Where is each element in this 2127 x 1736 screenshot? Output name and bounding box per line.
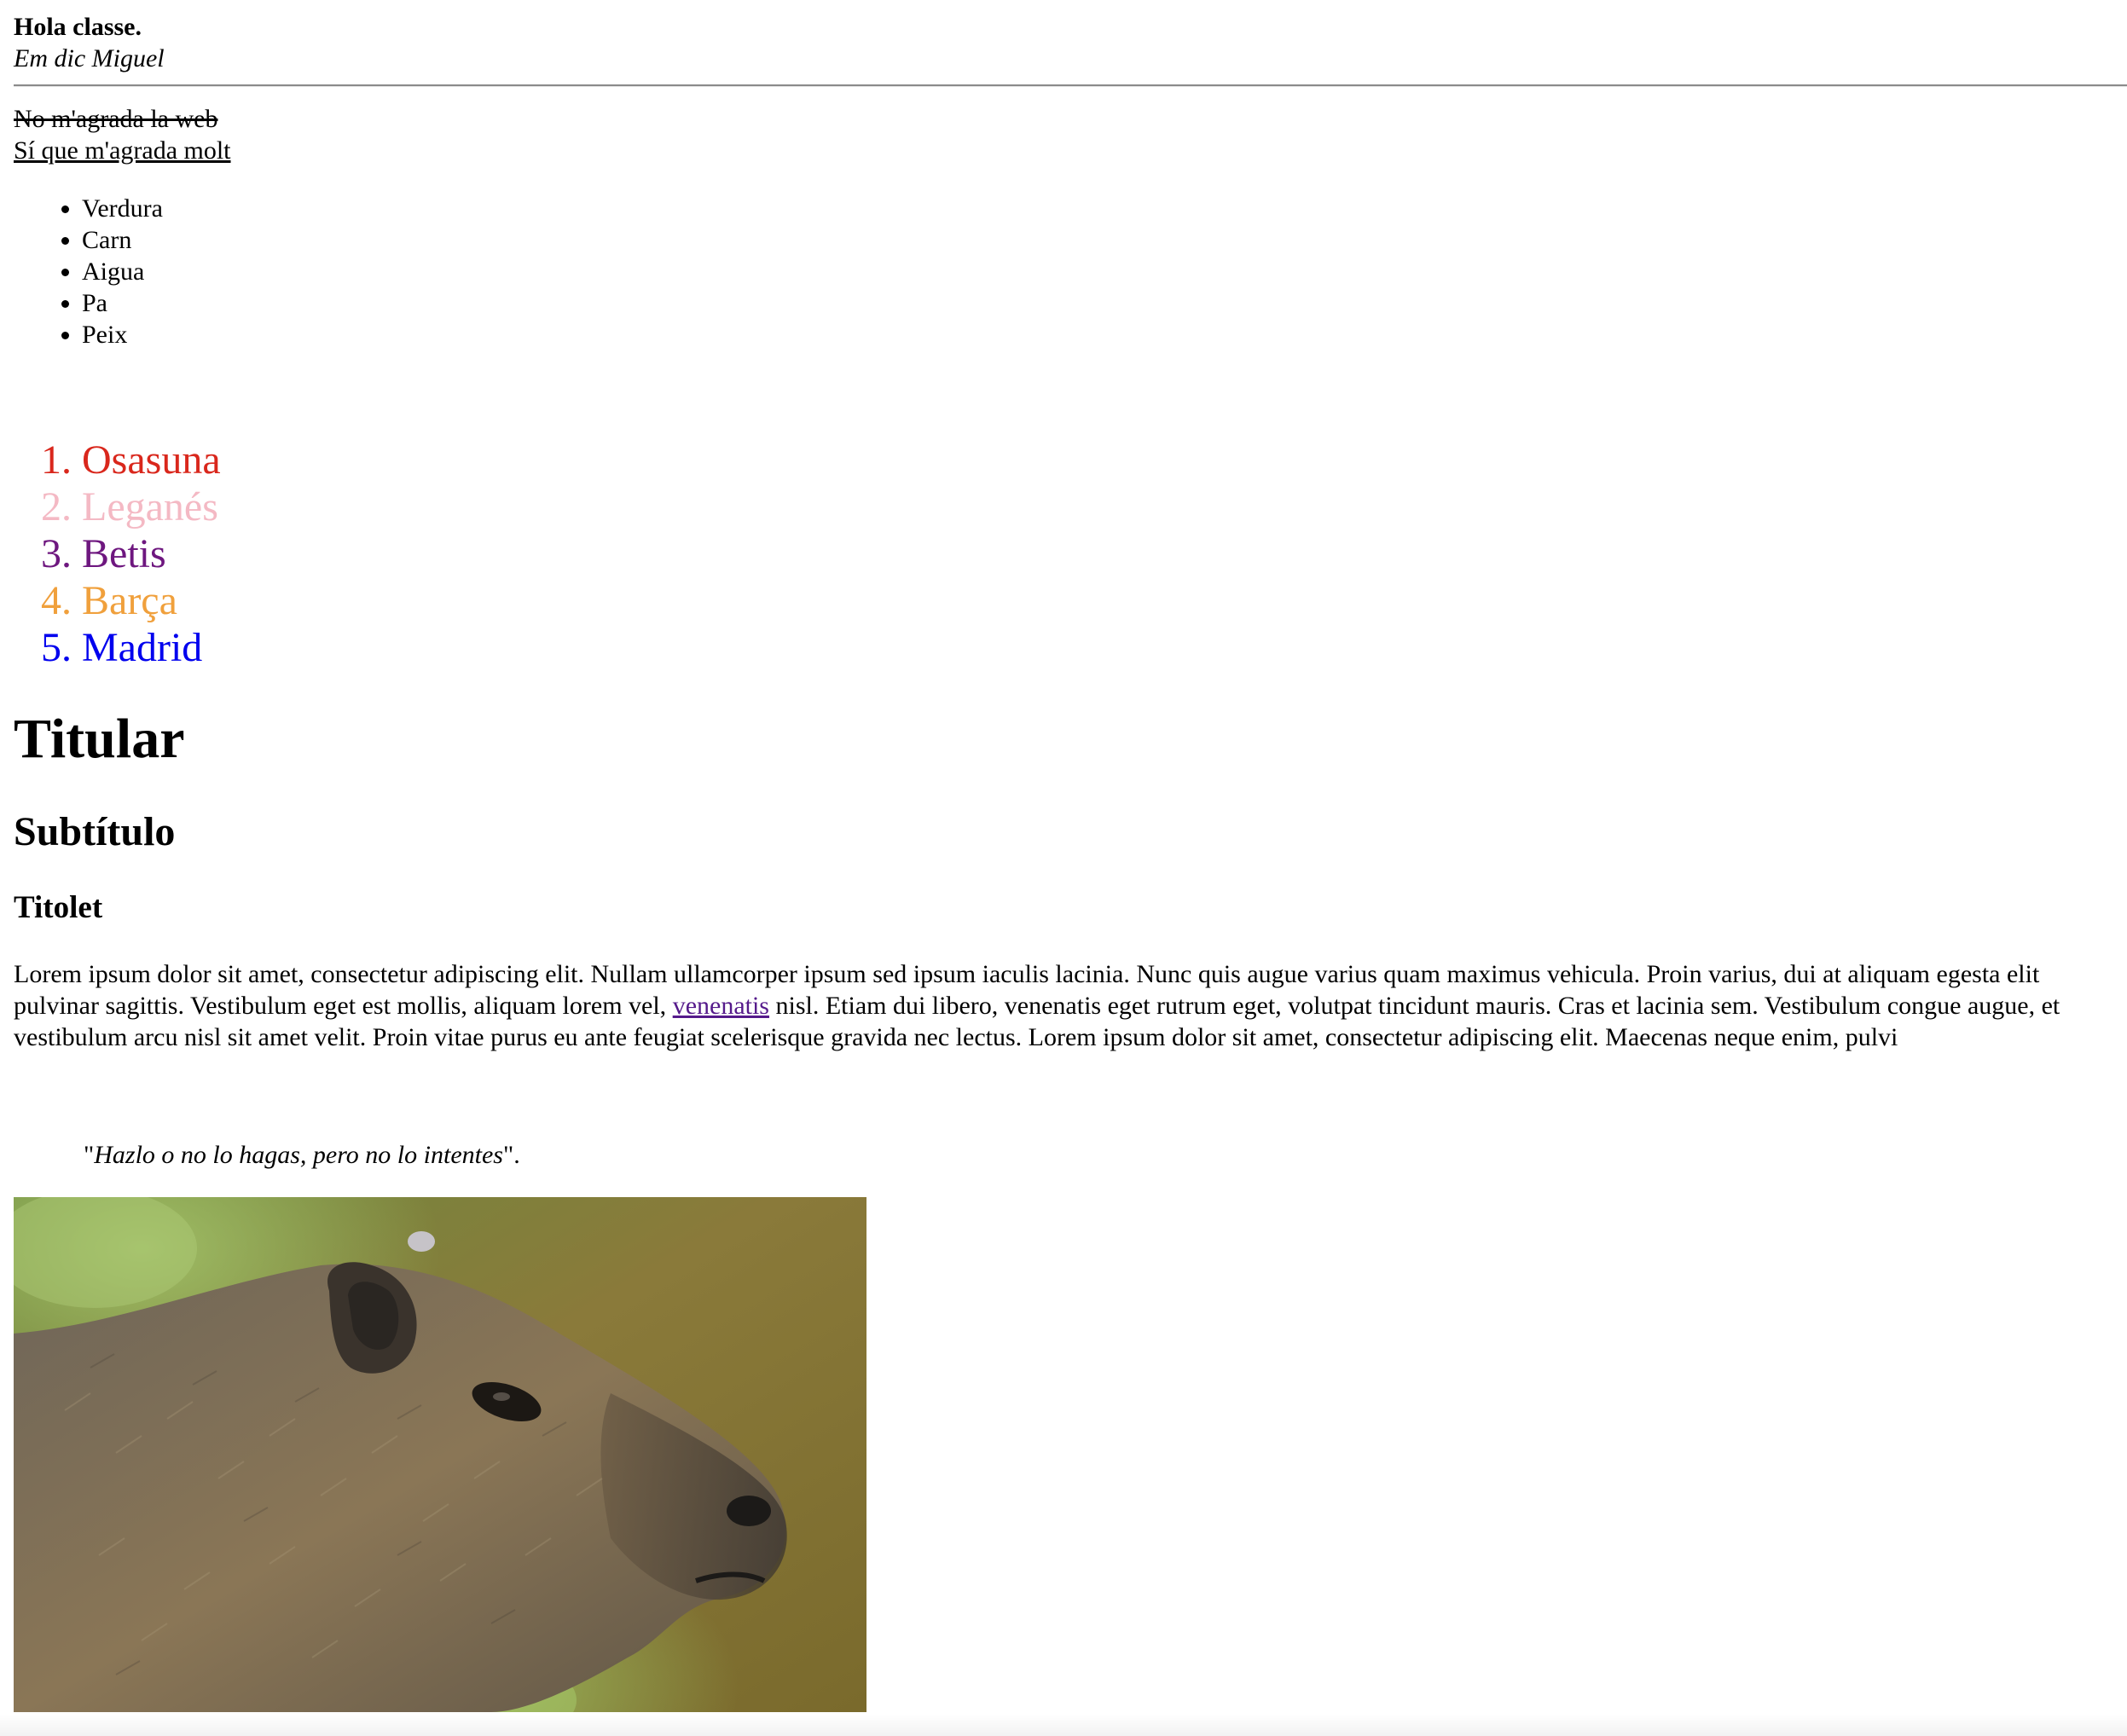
list-item: Peix	[82, 319, 163, 350]
teams-list: Osasuna Leganés Betis Barça Madrid	[14, 437, 221, 671]
web-page: Hola classe. Em dic Miguel No m'agrada l…	[0, 0, 2127, 1736]
subheading: Subtítulo	[14, 809, 176, 854]
team-item: Betis	[82, 530, 221, 577]
quote-text: Hazlo o no lo hagas, pero no lo intentes	[94, 1141, 503, 1169]
list-item: Carn	[82, 224, 163, 256]
capybara-photo	[14, 1197, 866, 1712]
list-item: Aigua	[82, 256, 163, 287]
team-item: Barça	[82, 577, 221, 624]
main-heading: Titular	[14, 708, 185, 770]
list-item: Verdura	[82, 193, 163, 224]
capybara-image	[14, 1197, 866, 1712]
venenatis-link[interactable]: venenatis	[673, 992, 769, 1020]
food-list: Verdura Carn Aigua Pa Peix	[14, 193, 163, 350]
horizontal-rule	[14, 84, 2127, 87]
quote-block: "Hazlo o no lo hagas, pero no lo intente…	[84, 1139, 520, 1171]
team-item: Madrid	[82, 624, 221, 671]
name-text: Em dic Miguel	[14, 44, 165, 72]
intro-block: Hola classe. Em dic Miguel	[14, 11, 165, 74]
greeting-text: Hola classe.	[14, 13, 142, 41]
page-bottom-shadow	[0, 1714, 2127, 1736]
list-item: Pa	[82, 287, 163, 319]
minor-heading: Titolet	[14, 890, 103, 925]
team-item: Leganés	[82, 483, 221, 530]
team-item: Osasuna	[82, 437, 221, 483]
opinion-block: No m'agrada la web Sí que m'agrada molt	[14, 103, 231, 166]
underlined-text: Sí que m'agrada molt	[14, 136, 231, 165]
lorem-paragraph: Lorem ipsum dolor sit amet, consectetur …	[14, 958, 2127, 1054]
struck-text: No m'agrada la web	[14, 105, 218, 133]
quote-close-mark: ".	[502, 1141, 520, 1169]
quote-open-mark: "	[84, 1141, 95, 1169]
